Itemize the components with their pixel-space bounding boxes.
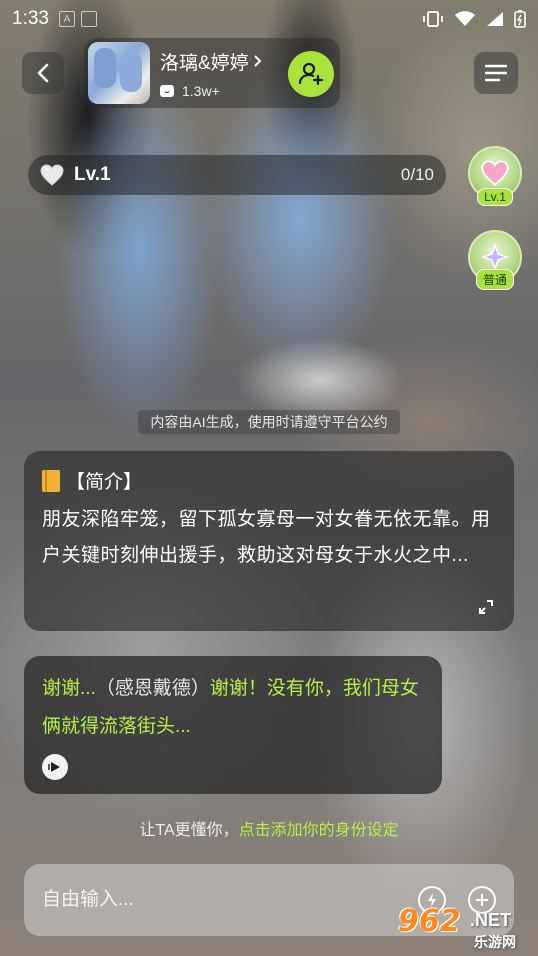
chat-count: 1.3w+ xyxy=(182,82,220,99)
intro-text: 朋友深陷牢笼，留下孤女寡母一对女眷无依无靠。用户关键时刻伸出援手，救助这对母女于… xyxy=(42,509,491,566)
chat-count-icon xyxy=(160,84,174,97)
voice-play-button[interactable] xyxy=(42,754,68,780)
level-label: Lv.1 xyxy=(74,164,111,185)
wifi-icon xyxy=(455,11,475,26)
chevron-left-icon xyxy=(37,63,49,83)
follow-button[interactable] xyxy=(288,51,334,97)
site-watermark: 962 .NET 乐游网 xyxy=(398,904,534,954)
message-part1: 谢谢... xyxy=(42,678,96,699)
sparkle-star-icon xyxy=(481,243,509,271)
message-text: 谢谢...（感恩戴德）谢谢！没有你，我们母女俩就得流落街头... xyxy=(42,670,424,746)
intro-card[interactable]: 【简介】 朋友深陷牢笼，留下孤女寡母一对女眷无依无靠。用户关键时刻伸出援手，救助… xyxy=(24,451,514,631)
intimacy-badge[interactable]: Lv.1 xyxy=(468,146,522,206)
character-name-row[interactable]: 洛璃&婷婷 xyxy=(160,48,263,75)
identity-setting-hint: 让TA更懂你，点击添加你的身份设定 xyxy=(0,816,538,840)
character-message-bubble[interactable]: 谢谢...（感恩戴德）谢谢！没有你，我们母女俩就得流落街头... xyxy=(24,656,442,794)
level-progress: 0/10 xyxy=(400,165,434,184)
mode-badge[interactable]: 普通 xyxy=(468,230,522,290)
mode-badge-tag: 普通 xyxy=(475,269,515,290)
status-right-icons xyxy=(422,10,526,28)
watermark-domain: .NET xyxy=(470,910,512,930)
identity-hint-prefix: 让TA更懂你， xyxy=(139,822,239,839)
chat-input[interactable] xyxy=(42,889,396,911)
status-notification-icons: A xyxy=(58,11,97,27)
signal-icon xyxy=(487,12,503,26)
watermark-site: 乐游网 xyxy=(474,934,516,950)
intimacy-badge-tag: Lv.1 xyxy=(477,188,513,206)
heart-icon xyxy=(40,164,64,186)
identity-setting-link[interactable]: 点击添加你的身份设定 xyxy=(239,822,399,839)
expand-icon[interactable] xyxy=(478,599,494,615)
intro-title-row: 【简介】 xyxy=(42,467,496,494)
profile-info: 洛璃&婷婷 1.3w+ xyxy=(160,48,263,99)
back-button[interactable] xyxy=(22,52,64,94)
ai-content-notice: 内容由AI生成，使用时请遵守平台公约 xyxy=(138,410,400,434)
character-avatar[interactable] xyxy=(88,42,150,104)
intimacy-level-bar[interactable]: Lv.1 0/10 xyxy=(28,155,446,195)
menu-button[interactable] xyxy=(474,52,518,94)
chat-stats: 1.3w+ xyxy=(160,83,263,99)
status-time: 1:33 xyxy=(12,8,49,29)
book-icon xyxy=(42,469,60,492)
intro-title: 【简介】 xyxy=(66,472,143,493)
heart-icon xyxy=(481,160,509,186)
play-icon xyxy=(48,762,60,772)
character-name: 洛璃&婷婷 xyxy=(160,52,249,74)
watermark-number: 962 xyxy=(398,904,461,939)
notification-app-icon xyxy=(80,11,97,27)
menu-lines-icon xyxy=(485,64,507,82)
status-bar: 1:33 A xyxy=(0,0,538,38)
add-user-icon xyxy=(298,62,324,86)
message-action: （感恩戴德） xyxy=(95,678,210,699)
battery-icon xyxy=(514,10,526,28)
notification-a-icon: A xyxy=(58,11,75,27)
chevron-right-icon xyxy=(253,55,262,67)
vibrate-icon xyxy=(423,11,443,27)
